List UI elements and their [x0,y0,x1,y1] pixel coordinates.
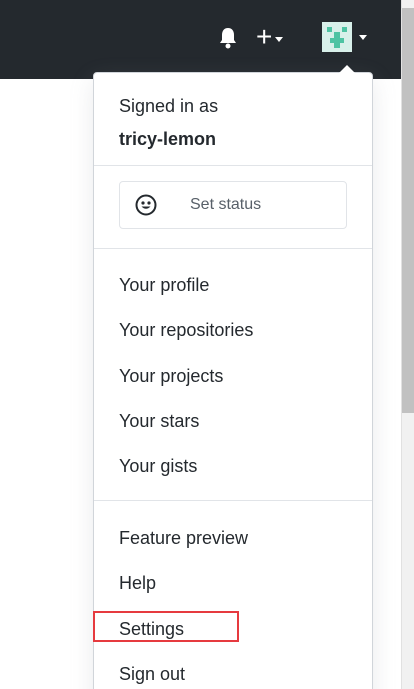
dropdown-arrow [339,65,355,73]
settings-highlight-box [93,611,239,642]
menu-item-your-repositories[interactable]: Your repositories [119,319,253,341]
user-avatar-button[interactable] [322,22,367,52]
smiley-icon [135,194,157,216]
avatar-icon [322,22,352,52]
set-status-button[interactable]: Set status [119,181,347,229]
menu-item-your-gists[interactable]: Your gists [119,455,197,477]
menu-item-your-profile[interactable]: Your profile [119,274,209,296]
menu-item-sign-out[interactable]: Sign out [119,663,185,685]
signed-in-label: Signed in as [119,96,219,116]
set-status-label: Set status [190,196,262,213]
user-dropdown-menu: Signed in as tricy-lemon Set status Your… [93,72,373,689]
divider [94,500,372,501]
chevron-down-icon [359,35,367,40]
menu-item-your-stars[interactable]: Your stars [119,410,199,432]
scrollbar-thumb[interactable] [402,8,414,413]
signed-in-header: Signed in as tricy-lemon [119,95,218,150]
menu-item-your-projects[interactable]: Your projects [119,365,223,387]
notifications-bell-icon[interactable] [218,26,238,50]
bell-icon [220,28,236,49]
chevron-down-icon [275,36,284,42]
menu-item-help[interactable]: Help [119,572,156,594]
divider [94,248,372,249]
username: tricy-lemon [119,129,217,149]
menu-item-feature-preview[interactable]: Feature preview [119,527,248,549]
github-page: + Signed in as tricy-lemon Set status Yo… [0,0,414,689]
create-new-button[interactable]: + [256,21,284,52]
divider [94,165,372,166]
plus-icon: + [256,21,273,52]
